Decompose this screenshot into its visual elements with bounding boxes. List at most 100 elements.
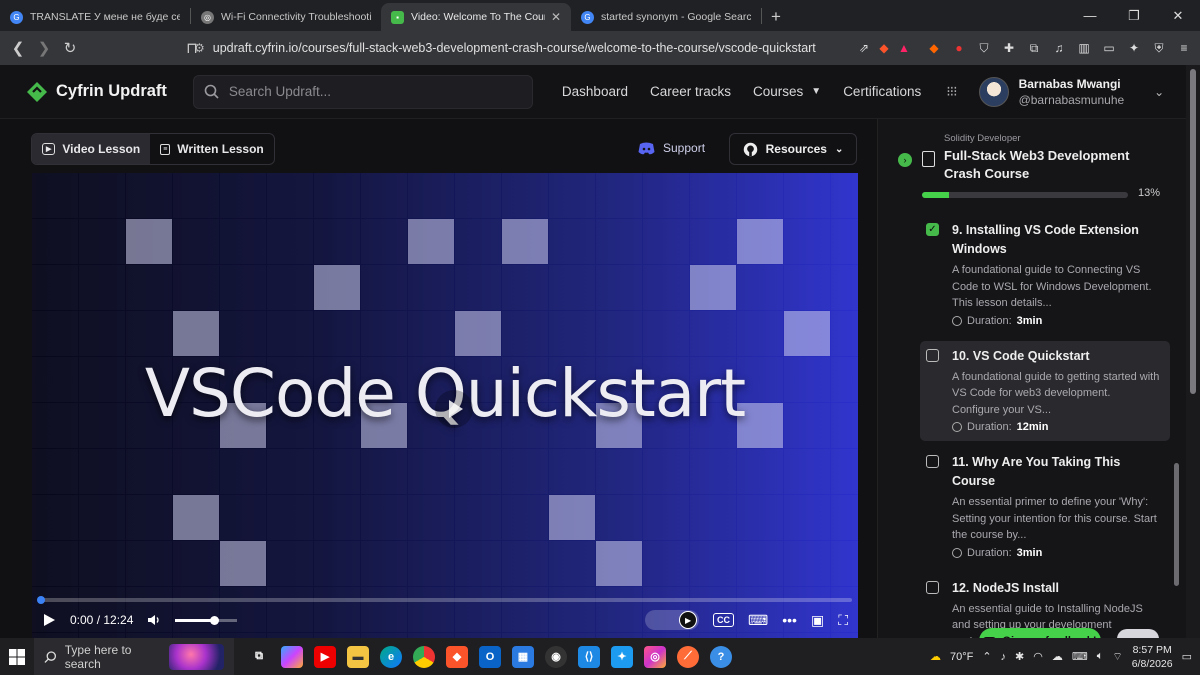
close-window-icon[interactable]: ✕ <box>1156 0 1200 31</box>
checkbox-icon[interactable] <box>926 348 939 362</box>
weather-temp[interactable]: 70°F <box>950 651 973 663</box>
lesson-list-scrollbar[interactable] <box>1174 219 1179 639</box>
leo-ai-icon[interactable]: ✦ <box>1124 38 1144 58</box>
video-player[interactable]: VSCode Quickstart 0:00 / 12:24 ▶ CC ⌨ ••… <box>32 173 858 638</box>
edge-icon[interactable]: e <box>380 645 402 668</box>
chevron-up-icon[interactable]: ⌃ <box>982 650 991 663</box>
close-tab-icon[interactable]: ✕ <box>551 10 561 24</box>
help-icon[interactable]: ? <box>710 645 732 668</box>
lesson-item[interactable]: 11. Why Are You Taking This Course An es… <box>920 447 1170 567</box>
resources-button[interactable]: Resources ⌄ <box>729 133 857 165</box>
site-logo[interactable]: Cyfrin Updraft <box>26 81 167 103</box>
keyboard-icon[interactable]: ⌨ <box>1072 650 1088 663</box>
share-icon[interactable]: ⇗ <box>854 38 874 58</box>
wifi-icon[interactable]: ⌔ <box>1112 650 1122 664</box>
taskbar-search-input[interactable]: Type here to search <box>34 638 234 675</box>
windows-start-icon[interactable] <box>0 648 34 665</box>
audio-device-icon[interactable]: ♪ <box>1001 651 1007 663</box>
checkbox-icon[interactable] <box>926 455 939 468</box>
scrollbar-thumb[interactable] <box>1190 69 1196 394</box>
record-extension-icon[interactable]: ● <box>949 38 969 58</box>
site-search-input[interactable]: Search Updraft... <box>192 74 533 109</box>
volume-icon[interactable] <box>147 613 161 627</box>
onedrive-icon[interactable]: ☁ <box>1052 650 1063 663</box>
postman-icon[interactable]: ⟋ <box>677 645 699 668</box>
sidebar-toggle-icon[interactable]: ▥ <box>1074 38 1094 58</box>
browser-tab-3-active[interactable]: ▪ Video: Welcome To The Course - ✕ <box>381 3 571 31</box>
puzzle-extensions-icon[interactable]: ✚ <box>999 38 1019 58</box>
lesson-item-current[interactable]: 10. VS Code Quickstart A foundational gu… <box>920 340 1170 441</box>
forward-icon[interactable]: ❯ <box>32 36 56 60</box>
minimize-icon[interactable]: — <box>1068 0 1112 31</box>
address-bar[interactable]: ⚙ updraft.cyfrin.io/courses/full-stack-w… <box>194 35 854 61</box>
vscode-icon[interactable]: ⟨⟩ <box>578 645 600 668</box>
user-menu[interactable]: Barnabas Mwangi @barnabasmunuhe ⌄ <box>978 76 1164 107</box>
instagram-icon[interactable]: ◎ <box>644 645 666 668</box>
twitter-icon[interactable]: ✦ <box>611 645 633 668</box>
task-view-icon[interactable]: ⧉ <box>248 646 270 668</box>
github-desktop-icon[interactable]: ◉ <box>545 645 567 668</box>
nav-career-tracks[interactable]: Career tracks <box>639 84 742 99</box>
media-icon[interactable]: ♫ <box>1049 38 1069 58</box>
nav-dashboard[interactable]: Dashboard <box>551 84 639 99</box>
completed-checkbox-icon[interactable]: ✓ <box>926 223 939 236</box>
volume-handle[interactable] <box>209 615 219 625</box>
support-link[interactable]: Support <box>638 141 705 155</box>
copilot-icon[interactable] <box>281 645 303 668</box>
keyboard-icon[interactable]: ⌨ <box>748 612 768 629</box>
new-tab-button[interactable]: + <box>762 3 790 31</box>
browser-tab-2[interactable]: ◎ Wi-Fi Connectivity Troubleshooting <box>191 3 381 31</box>
restore-icon[interactable]: ❐ <box>1112 0 1156 31</box>
file-explorer-icon[interactable]: ▬ <box>347 645 369 668</box>
wallet-icon[interactable]: ▭ <box>1099 38 1119 58</box>
nav-courses[interactable]: Courses ▼ <box>742 84 832 99</box>
fox-extension-icon[interactable]: ◆ <box>924 38 944 58</box>
network-icon[interactable]: ◠ <box>1033 650 1043 663</box>
scrollbar-thumb[interactable] <box>1174 463 1179 586</box>
checkbox-icon[interactable] <box>926 580 939 594</box>
browser-tab-4[interactable]: G started synonym - Google Search <box>571 3 761 31</box>
video-bg-tile <box>408 219 454 264</box>
bluetooth-icon[interactable]: ✱ <box>1015 650 1024 663</box>
chrome-icon[interactable] <box>413 645 435 668</box>
shield-extension-icon[interactable]: ⛉ <box>974 38 994 58</box>
captions-button[interactable]: CC <box>713 613 735 627</box>
fullscreen-icon[interactable]: ⛶ <box>838 612 848 629</box>
nav-certifications[interactable]: Certifications <box>832 84 932 99</box>
video-bg-tile <box>126 495 172 540</box>
video-bg-tile <box>831 495 858 540</box>
taskbar-clock[interactable]: 8:57 PM 6/8/2026 <box>1132 643 1173 671</box>
brave-icon[interactable]: ◆ <box>446 645 468 668</box>
picture-in-picture-icon[interactable]: ▣ <box>811 612 824 629</box>
youtube-icon[interactable]: ▶ <box>314 645 336 668</box>
course-title[interactable]: Full-Stack Web3 Development Crash Course <box>944 147 1144 183</box>
speaker-icon[interactable]: 🔈︎ <box>1097 650 1104 663</box>
menu-icon[interactable]: ≡ <box>1174 38 1194 58</box>
video-lesson-tab[interactable]: ▶ Video Lesson <box>32 134 151 164</box>
outlook-icon[interactable]: O <box>479 645 501 668</box>
video-bg-tile <box>361 265 407 310</box>
back-icon[interactable]: ❮ <box>6 36 30 60</box>
chevron-right-icon[interactable]: › <box>898 153 912 167</box>
written-lesson-tab[interactable]: ≡ Written Lesson <box>150 134 274 164</box>
play-icon[interactable] <box>42 613 56 627</box>
volume-slider[interactable] <box>175 615 238 625</box>
page-scrollbar[interactable] <box>1186 65 1200 638</box>
lesson-item[interactable]: ✓ 9. Installing VS Code Extension Window… <box>920 215 1170 335</box>
reload-icon[interactable]: ↻ <box>58 36 82 60</box>
brave-shield-icon[interactable]: ◆ <box>874 38 894 58</box>
more-options-icon[interactable]: ••• <box>782 612 797 628</box>
tab-groups-icon[interactable]: ⧉ <box>1024 38 1044 58</box>
vpn-icon[interactable]: ⛨ <box>1149 38 1169 58</box>
play-overlay-icon[interactable] <box>434 389 474 429</box>
bookmark-icon[interactable]: ⊓ <box>180 36 204 60</box>
brave-rewards-icon[interactable]: ▲ <box>894 38 914 58</box>
video-bg-tile <box>32 219 78 264</box>
browser-tab-1[interactable]: G TRANSLATE У мене не буде сексу !! <box>0 3 190 31</box>
notifications-icon[interactable]: ▭ <box>1182 650 1192 663</box>
store-icon[interactable]: ▦ <box>512 645 534 668</box>
apps-grid-icon[interactable]: ⁝⁝⁝ <box>946 83 957 100</box>
weather-icon[interactable]: ☁ <box>930 650 941 663</box>
lesson-duration: Duration: 3min <box>952 547 1160 559</box>
autoplay-toggle[interactable]: ▶ <box>645 610 700 630</box>
